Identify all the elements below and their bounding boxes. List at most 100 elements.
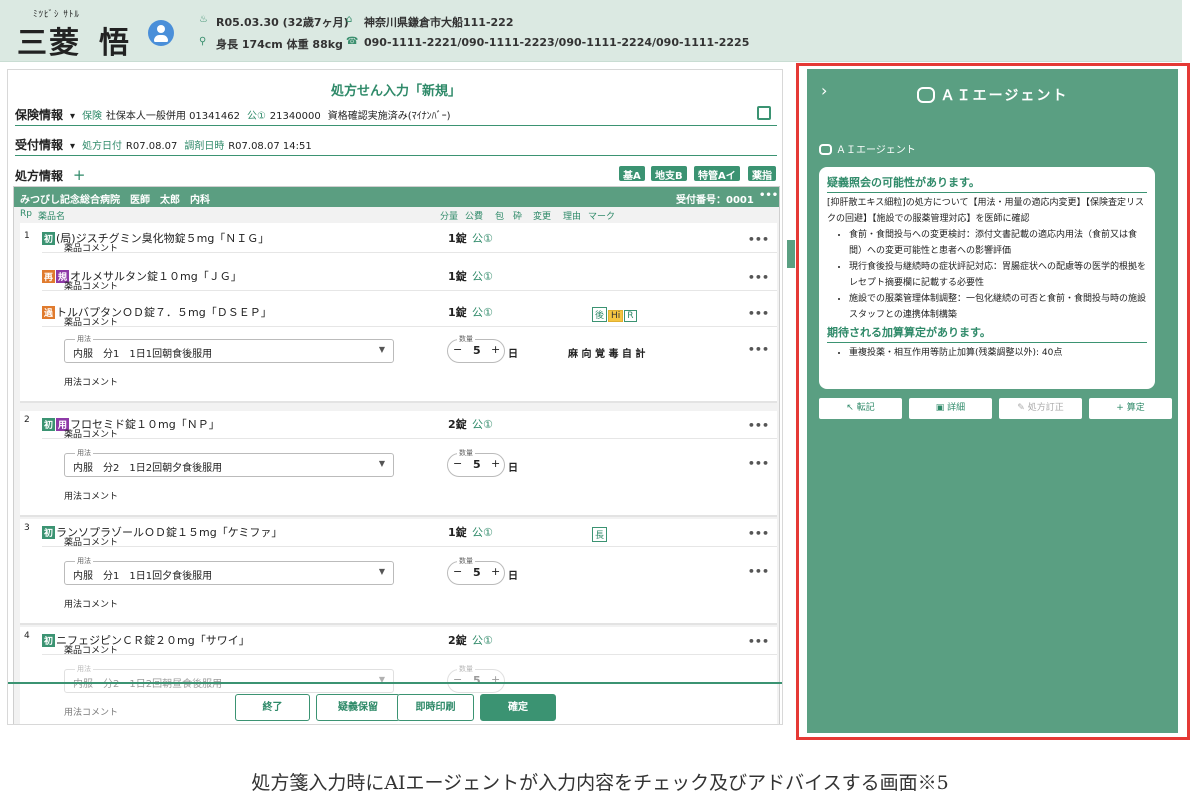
usage-value: 内服 分2 1日2回朝夕食後服用 bbox=[73, 463, 223, 474]
agent-message: 疑義照会の可能性があります。 [抑肝散エキス細粒]の処方について【用法・用量の適… bbox=[819, 167, 1155, 389]
plus-icon[interactable]: + bbox=[491, 673, 500, 686]
drug-row[interactable]: 初用フロセミド錠１０mg「ＮＰ」 薬品コメント 2錠 公① ••• bbox=[42, 413, 777, 440]
robot-icon bbox=[819, 144, 832, 155]
quantity-stepper[interactable]: 数量 − 5 + bbox=[447, 448, 505, 477]
print-button[interactable]: 即時印刷 bbox=[397, 694, 474, 721]
usage-comment: 用法コメント bbox=[64, 708, 119, 718]
reception-no: 受付番号：0001 bbox=[676, 195, 754, 206]
insurance-status: 資格確認実施済み(ﾏｲﾅﾝﾊﾞｰ) bbox=[327, 111, 451, 122]
minus-icon[interactable]: − bbox=[453, 565, 462, 578]
plus-icon[interactable]: + bbox=[491, 343, 500, 356]
transcribe-button[interactable]: ↖ 転記 bbox=[819, 398, 902, 419]
agent-sender: ＡＩエージェント bbox=[819, 141, 916, 156]
rp-number: 3 bbox=[24, 523, 30, 533]
control-flags[interactable]: 麻 向 覚 毒 自 計 bbox=[568, 345, 645, 360]
day-unit: 日 bbox=[508, 463, 518, 474]
drug-row[interactable]: 初ニフェジピンＣＲ錠２０mg「サワイ」 薬品コメント 2錠 公① ••• bbox=[42, 629, 777, 656]
more-icon[interactable]: ••• bbox=[748, 419, 769, 432]
usage-label: 用法 bbox=[75, 664, 93, 674]
more-icon[interactable]: ••• bbox=[748, 233, 769, 246]
col-header: 砕 bbox=[513, 212, 523, 222]
pen-icon: ✎ bbox=[1017, 403, 1028, 413]
col-header: 公費 bbox=[465, 212, 484, 222]
drug-public: 公① bbox=[472, 270, 493, 283]
end-button[interactable]: 終了 bbox=[235, 694, 310, 721]
drug-dose: 2錠 bbox=[448, 418, 467, 431]
usage-select[interactable]: 用法 内服 分1 1日1回夕食後服用 ▼ bbox=[64, 556, 394, 585]
quantity-stepper[interactable]: 数量 − 5 + bbox=[447, 334, 505, 363]
prescription-form: 処方せん入力「新規」 保険情報 ▾ 保険 社保本人一般併用 01341462 公… bbox=[7, 69, 783, 725]
more-icon[interactable]: ••• bbox=[748, 635, 769, 648]
add-icon[interactable]: + bbox=[73, 166, 86, 184]
minus-icon[interactable]: − bbox=[453, 343, 462, 356]
col-header: 包 bbox=[495, 212, 505, 222]
public-label: 公① bbox=[246, 111, 266, 122]
usage-select[interactable]: 用法 内服 分1 1日1回朝食後服用 ▼ bbox=[64, 334, 394, 363]
plus-icon[interactable]: + bbox=[491, 457, 500, 470]
calculate-button[interactable]: + 算定 bbox=[1089, 398, 1172, 419]
drug-row[interactable]: 初ランソプラゾールＯＤ錠１５mg「ケミファ」 薬品コメント 1錠 公① 長 ••… bbox=[42, 521, 777, 548]
more-icon[interactable]: ••• bbox=[748, 271, 769, 284]
qty-value: 5 bbox=[473, 674, 481, 687]
ai-agent-panel: › ＡＩエージェント ＡＩエージェント 疑義照会の可能性があります。 [抑肝散エ… bbox=[807, 69, 1178, 733]
col-header: 変更 bbox=[533, 212, 552, 222]
patient-phone: 090-1111-2221/090-1111-2223/090-1111-222… bbox=[364, 36, 750, 49]
form-title: 処方せん入力「新規」 bbox=[330, 84, 461, 99]
chevron-down-icon[interactable]: ▾ bbox=[67, 141, 78, 152]
cake-icon: ♨ bbox=[199, 14, 208, 25]
patient-last-name: 三菱 bbox=[17, 26, 81, 61]
plus-icon[interactable]: + bbox=[491, 565, 500, 578]
book-icon: ▣ bbox=[935, 403, 948, 413]
rx-date-label: 処方日付 bbox=[82, 141, 123, 152]
inquiry-heading: 疑義照会の可能性があります。 bbox=[827, 176, 980, 189]
tag-button[interactable]: 特管Aイ bbox=[694, 166, 740, 182]
detail-label: 詳細 bbox=[947, 403, 966, 413]
minus-icon[interactable]: − bbox=[453, 457, 462, 470]
dispense-label: 調剤日時 bbox=[184, 141, 225, 152]
more-icon[interactable]: ••• bbox=[748, 307, 769, 320]
quantity-stepper[interactable]: 数量 − 5 + bbox=[447, 664, 505, 693]
rp-header: みつびし記念総合病院 医師 太郎 内科 受付番号：0001 ••• bbox=[14, 187, 779, 207]
col-header: 分量 bbox=[440, 212, 459, 222]
rx-correction-label: 処方訂正 bbox=[1027, 403, 1064, 413]
rx-correction-button[interactable]: ✎ 処方訂正 bbox=[999, 398, 1082, 419]
minus-icon[interactable]: − bbox=[453, 673, 462, 686]
drug-row[interactable]: 過トルバプタンＯＤ錠７．５mg「ＤＳＥＰ」 薬品コメント 1錠 公① 後 Hi R … bbox=[42, 301, 777, 328]
usage-label: 用法 bbox=[75, 334, 93, 344]
col-header: Rp bbox=[20, 209, 32, 219]
drug-dose: 1錠 bbox=[448, 232, 467, 245]
confirm-button[interactable]: 確定 bbox=[480, 694, 556, 721]
detail-button[interactable]: ▣ 詳細 bbox=[909, 398, 992, 419]
chevron-down-icon[interactable]: ▾ bbox=[67, 111, 78, 122]
more-icon[interactable]: ••• bbox=[748, 343, 769, 356]
badge-first: 初 bbox=[42, 634, 56, 647]
badge-repeat: 再 bbox=[42, 270, 56, 283]
tag-button[interactable]: 地支B bbox=[651, 166, 687, 182]
tag-button[interactable]: 基A bbox=[619, 166, 645, 182]
drug-row[interactable]: 初 (局)ジスチグミン臭化物錠５mg「ＮＩＧ」 薬品コメント 1錠 公① ••• bbox=[42, 227, 777, 254]
drug-row[interactable]: 再規オルメサルタン錠１０mg「ＪＧ」 薬品コメント 1錠 公① ••• bbox=[42, 265, 777, 292]
hospital-info: みつびし記念総合病院 医師 太郎 内科 bbox=[20, 195, 210, 206]
drug-marks: 後 Hi R bbox=[592, 303, 638, 322]
patient-avatar-icon[interactable] bbox=[148, 20, 174, 46]
usage-select[interactable]: 用法 内服 分2 1日2回朝昼食後服用 ▼ bbox=[64, 664, 394, 693]
tag-button[interactable]: 薬指 bbox=[748, 166, 776, 182]
mark-generic: 後 bbox=[592, 307, 608, 322]
card-icon[interactable] bbox=[757, 106, 771, 120]
robot-icon bbox=[916, 87, 935, 103]
usage-label: 用法 bbox=[75, 556, 93, 566]
reception-label: 受付情報 bbox=[15, 138, 64, 152]
usage-select[interactable]: 用法 内服 分2 1日2回朝夕食後服用 ▼ bbox=[64, 448, 394, 477]
insurance-kind-label: 保険 bbox=[82, 111, 103, 122]
hold-button[interactable]: 疑義保留 bbox=[316, 694, 400, 721]
more-icon[interactable]: ••• bbox=[748, 565, 769, 578]
more-icon[interactable]: ••• bbox=[748, 527, 769, 540]
more-icon[interactable]: ••• bbox=[748, 457, 769, 470]
more-icon[interactable]: ••• bbox=[759, 190, 778, 201]
app-root: ﾐﾂﾋﾞｼ ｻﾄﾙ 三菱 悟 ♨ R05.03.30 (32歳7ヶ月) ⚲ 身長… bbox=[0, 0, 1200, 804]
drug-marks: 長 bbox=[592, 523, 608, 542]
panel-handle[interactable] bbox=[787, 240, 795, 268]
quantity-stepper[interactable]: 数量 − 5 + bbox=[447, 556, 505, 585]
drug-dose: 1錠 bbox=[448, 306, 467, 319]
person-icon: ⚲ bbox=[199, 36, 207, 47]
